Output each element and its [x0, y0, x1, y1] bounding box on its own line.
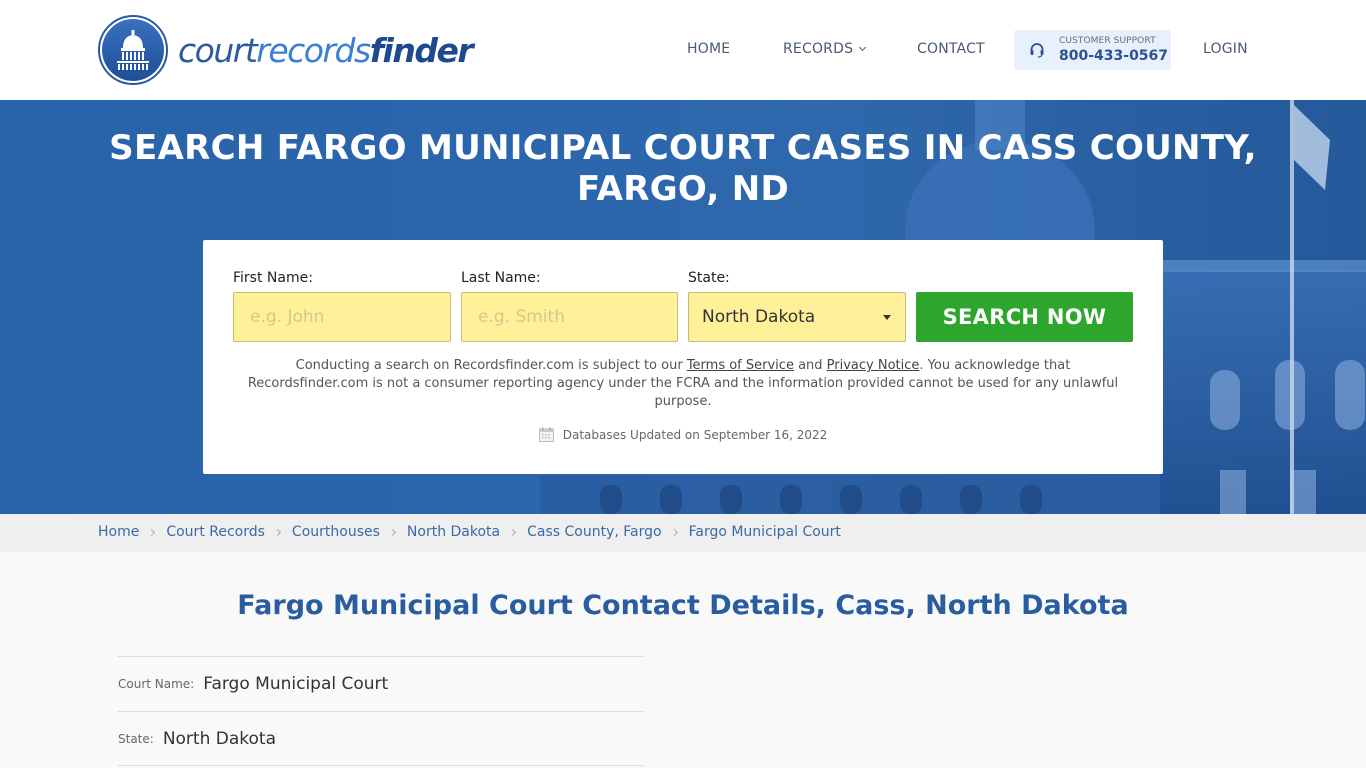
privacy-notice-link[interactable]: Privacy Notice: [827, 358, 920, 373]
headset-icon: [1030, 43, 1044, 58]
detail-row-court-name: Court Name: Fargo Municipal Court: [118, 656, 643, 711]
state-select-value: North Dakota: [702, 307, 816, 327]
breadcrumb-fargo-municipal-court[interactable]: Fargo Municipal Court: [689, 524, 841, 540]
hero-title: SEARCH FARGO MUNICIPAL COURT CASES IN CA…: [109, 128, 1257, 209]
court-details-table: Court Name: Fargo Municipal Court State:…: [118, 656, 643, 766]
breadcrumb-court-records[interactable]: Court Records: [166, 524, 265, 540]
caret-down-icon: [883, 315, 891, 320]
breadcrumb-north-dakota[interactable]: North Dakota: [407, 524, 500, 540]
first-name-input[interactable]: [233, 292, 451, 342]
breadcrumb-bar: Home Court Records Courthouses North Dak…: [0, 514, 1366, 552]
detail-row-state: State: North Dakota: [118, 711, 643, 766]
last-name-input[interactable]: [461, 292, 678, 342]
first-name-label: First Name:: [233, 270, 313, 286]
nav-records-label: RECORDS: [783, 41, 854, 57]
last-name-label: Last Name:: [461, 270, 541, 286]
state-select[interactable]: North Dakota: [688, 292, 906, 342]
chevron-right-icon: [273, 528, 281, 536]
nav-login[interactable]: LOGIN: [1203, 41, 1248, 57]
chevron-right-icon: [509, 528, 517, 536]
breadcrumb-cass-county-fargo[interactable]: Cass County, Fargo: [527, 524, 661, 540]
breadcrumb-home[interactable]: Home: [98, 524, 139, 540]
breadcrumb-courthouses[interactable]: Courthouses: [292, 524, 380, 540]
search-now-button[interactable]: SEARCH NOW: [916, 292, 1133, 342]
page-title: Fargo Municipal Court Contact Details, C…: [237, 590, 1129, 621]
calendar-icon: [538, 427, 554, 442]
chevron-right-icon: [388, 528, 396, 536]
support-label: CUSTOMER SUPPORT: [1059, 36, 1156, 46]
logo-wordmark: courtrecordsfinder: [178, 30, 474, 70]
support-phone[interactable]: 800-433-0567: [1059, 49, 1168, 63]
terms-of-service-link[interactable]: Terms of Service: [687, 358, 794, 373]
nav-home[interactable]: HOME: [687, 41, 730, 57]
database-updated-notice: Databases Updated on September 16, 2022: [203, 427, 1163, 442]
detail-label: Court Name:: [118, 677, 195, 691]
capitol-logo-icon: [98, 15, 168, 85]
customer-support-button[interactable]: CUSTOMER SUPPORT 800-433-0567: [1014, 30, 1171, 70]
detail-value: Fargo Municipal Court: [203, 674, 389, 694]
chevron-right-icon: [670, 528, 678, 536]
breadcrumb: Home Court Records Courthouses North Dak…: [98, 524, 841, 540]
search-form: First Name: Last Name: State: North Dako…: [203, 240, 1163, 474]
detail-label: State:: [118, 731, 154, 746]
site-header: courtrecordsfinder HOME RECORDS CONTACT …: [0, 0, 1366, 100]
search-disclaimer: Conducting a search on Recordsfinder.com…: [247, 358, 1119, 409]
nav-records[interactable]: RECORDS: [783, 41, 867, 57]
hero-banner: SEARCH FARGO MUNICIPAL COURT CASES IN CA…: [0, 100, 1366, 514]
state-label: State:: [688, 270, 730, 286]
detail-value: North Dakota: [162, 728, 276, 749]
chevron-right-icon: [148, 528, 156, 536]
logo[interactable]: courtrecordsfinder: [98, 15, 474, 85]
chevron-down-icon: [859, 43, 867, 52]
nav-contact[interactable]: CONTACT: [917, 41, 985, 57]
